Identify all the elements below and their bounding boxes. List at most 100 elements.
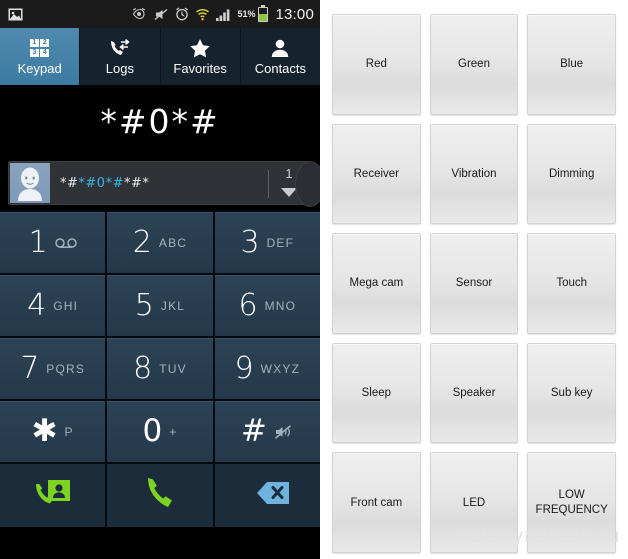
- key-4[interactable]: 4 GHI: [0, 275, 106, 336]
- phone-dialer-panel: 51% 13:00 1 2 3 4 Keypad Logs Favorites …: [0, 0, 320, 559]
- status-bar-left-icons: [8, 8, 23, 21]
- suggestion-match: *#0*#: [78, 175, 124, 191]
- contact-suggestion-row[interactable]: *#*#0*#*#* 1: [8, 161, 320, 207]
- phone-handset-icon: [143, 475, 177, 516]
- keypad-icon-digit-3: 3: [29, 48, 39, 57]
- tile-red[interactable]: Red: [332, 14, 421, 115]
- tile-mega-cam[interactable]: Mega cam: [332, 233, 421, 334]
- key-6[interactable]: 6 MNO: [214, 275, 320, 336]
- keypad-grid-icon: 1 2 3 4: [29, 38, 50, 59]
- tile-front-cam[interactable]: Front cam: [332, 452, 421, 553]
- key-2-letters: ABC: [158, 235, 188, 250]
- tile-sleep[interactable]: Sleep: [332, 342, 421, 444]
- tab-logs[interactable]: Logs: [80, 28, 161, 85]
- suggestion-number-text: *#*#0*#*#*: [60, 176, 149, 191]
- key-6-digit: 6: [238, 287, 258, 323]
- video-call-button[interactable]: [0, 464, 106, 527]
- key-0[interactable]: 0 +: [107, 401, 213, 462]
- keypad-icon-digit-4: 4: [40, 48, 50, 57]
- test-menu-grid: Red Green Blue Receiver Vibration Dimmin…: [332, 14, 616, 553]
- key-9-digit: 9: [234, 350, 254, 386]
- key-7-digit: 7: [20, 350, 40, 386]
- key-8-digit: 8: [133, 350, 153, 386]
- dialed-number-display[interactable]: *#0*#: [0, 85, 320, 157]
- alarm-icon: [175, 7, 189, 21]
- tile-touch[interactable]: Touch: [527, 233, 616, 334]
- key-0-plus: +: [169, 424, 178, 439]
- key-2-digit: 2: [132, 224, 152, 260]
- backspace-button[interactable]: [214, 464, 320, 527]
- image-icon: [8, 8, 23, 21]
- key-3-letters: DEF: [266, 235, 295, 250]
- suggestion-edge-decoration: [295, 161, 320, 207]
- key-hash[interactable]: #: [214, 401, 320, 462]
- keypad-icon-digit-2: 2: [40, 39, 50, 48]
- default-contact-avatar: [10, 163, 50, 203]
- star-icon: [189, 38, 211, 59]
- status-bar-right-icons: 51% 13:00: [132, 4, 314, 23]
- suggestion-suffix: *#*: [123, 175, 150, 191]
- tab-favorites[interactable]: Favorites: [161, 28, 241, 85]
- key-3-digit: 3: [240, 224, 260, 260]
- tile-speaker[interactable]: Speaker: [429, 342, 519, 444]
- signal-icon: [216, 8, 231, 21]
- tab-favorites-label: Favorites: [173, 60, 227, 76]
- key-5-letters: JKL: [160, 298, 186, 313]
- key-star-letters: P: [64, 424, 74, 439]
- key-star[interactable]: ✱ P: [0, 401, 106, 462]
- person-icon: [270, 38, 290, 59]
- key-1-digit: 1: [28, 224, 48, 260]
- key-6-letters: MNO: [264, 298, 297, 313]
- key-2[interactable]: 2 ABC: [107, 212, 213, 273]
- key-4-digit: 4: [27, 287, 47, 323]
- key-5-digit: 5: [134, 287, 154, 323]
- key-5[interactable]: 5 JKL: [107, 275, 213, 336]
- key-9[interactable]: 9 WXYZ: [214, 338, 320, 399]
- tile-led[interactable]: LED: [429, 452, 519, 553]
- tile-green[interactable]: Green: [429, 14, 519, 115]
- dial-keypad-grid: 1 2 ABC 3 DEF 4 GHI 5 JKL 6 MNO 7 PQRS 8…: [0, 210, 320, 462]
- tile-low-frequency[interactable]: LOW FREQUENCY: [527, 452, 616, 553]
- key-3[interactable]: 3 DEF: [214, 212, 320, 273]
- tile-sub-key[interactable]: Sub key: [527, 342, 616, 444]
- wifi-icon: [195, 8, 210, 21]
- tab-logs-label: Logs: [105, 60, 134, 76]
- call-button[interactable]: [107, 464, 213, 527]
- tab-keypad-label: Keypad: [17, 60, 62, 76]
- key-8[interactable]: 8 TUV: [107, 338, 213, 399]
- key-1[interactable]: 1: [0, 212, 106, 273]
- tab-keypad[interactable]: 1 2 3 4 Keypad: [0, 28, 81, 85]
- key-hash-symbol: #: [240, 413, 267, 449]
- service-test-menu-panel: Red Green Blue Receiver Vibration Dimmin…: [320, 0, 628, 559]
- dialer-action-row: [0, 462, 320, 527]
- call-logs-icon: [109, 38, 131, 59]
- suggestion-area: *#*#0*#*#* 1: [0, 157, 320, 210]
- screenshot-root: 51% 13:00 1 2 3 4 Keypad Logs Favorites …: [0, 0, 628, 559]
- key-9-letters: WXYZ: [260, 361, 301, 376]
- status-bar: 51% 13:00: [0, 0, 320, 28]
- key-4-letters: GHI: [53, 298, 79, 313]
- key-7[interactable]: 7 PQRS: [0, 338, 106, 399]
- eye-icon: [132, 8, 148, 20]
- tab-contacts-label: Contacts: [254, 60, 307, 76]
- tile-dimming[interactable]: Dimming: [527, 123, 616, 225]
- key-8-letters: TUV: [159, 361, 187, 376]
- key-7-letters: PQRS: [46, 361, 86, 376]
- voicemail-icon: [54, 237, 77, 249]
- suggestion-prefix: *#: [60, 175, 79, 191]
- key-star-symbol: ✱: [31, 413, 58, 449]
- mute-icon: [274, 424, 294, 440]
- battery-percent-label: 51%: [237, 9, 256, 19]
- dialer-tab-bar: 1 2 3 4 Keypad Logs Favorites Contacts: [0, 28, 320, 85]
- keypad-icon-digit-1: 1: [29, 39, 39, 48]
- status-bar-clock: 13:00: [275, 5, 314, 23]
- tile-blue[interactable]: Blue: [527, 14, 616, 115]
- tile-receiver[interactable]: Receiver: [332, 123, 421, 225]
- tab-contacts[interactable]: Contacts: [241, 28, 320, 85]
- video-call-icon: [33, 476, 73, 515]
- battery-icon: [258, 4, 269, 22]
- key-0-digit: 0: [142, 413, 163, 449]
- tile-vibration[interactable]: Vibration: [429, 123, 519, 225]
- mute-icon: [154, 8, 169, 21]
- tile-sensor[interactable]: Sensor: [429, 233, 519, 334]
